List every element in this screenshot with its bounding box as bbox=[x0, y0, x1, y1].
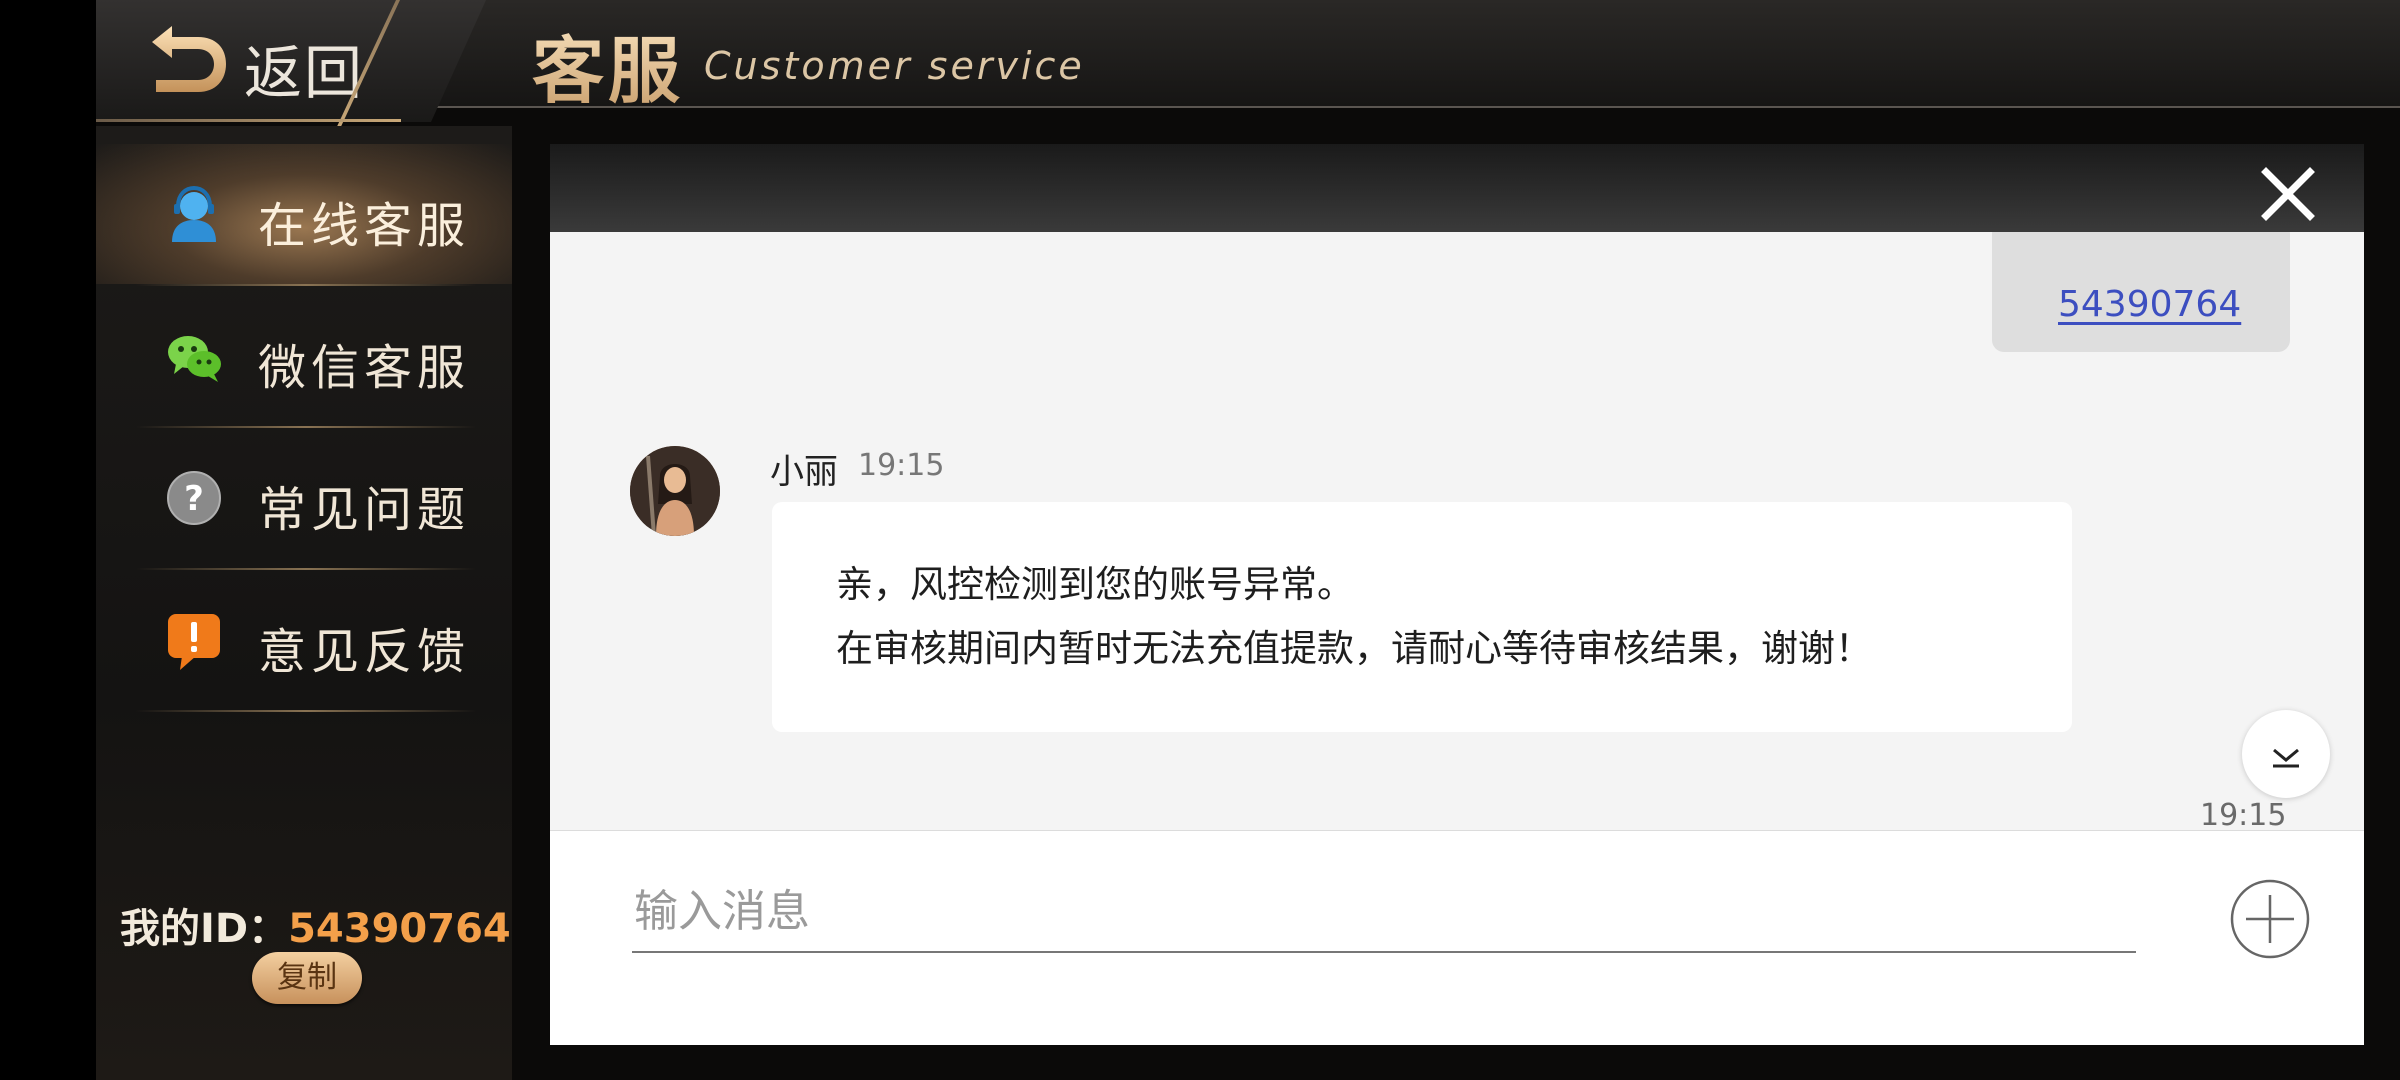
sent-message-bubble: 54390764 bbox=[1992, 232, 2290, 352]
page-title: 客服 bbox=[532, 12, 684, 117]
scroll-to-bottom-button[interactable] bbox=[2242, 710, 2330, 798]
wechat-icon bbox=[168, 336, 221, 382]
chevron-down-icon bbox=[2273, 748, 2299, 768]
agent-name: 小丽 bbox=[770, 452, 838, 492]
received-message-bubble: 亲，风控检测到您的账号异常。 在审核期间内暂时无法充值提款，请耐心等待审核结果，… bbox=[772, 502, 2072, 732]
user-id-label: 我的ID： bbox=[120, 906, 289, 952]
back-label: 返回 bbox=[244, 39, 365, 107]
page-subtitle: Customer service bbox=[704, 44, 1085, 88]
back-arrow-icon bbox=[152, 26, 226, 92]
message-line: 亲，风控检测到您的账号异常。 bbox=[836, 563, 1354, 606]
chat-panel: 54390764 小丽 19:15 亲，风控检测到您的账号异常。 在审核期间内暂… bbox=[550, 144, 2364, 1045]
message-input[interactable] bbox=[632, 871, 2136, 953]
copy-button[interactable]: 复制 bbox=[252, 952, 362, 1004]
question-icon: ? bbox=[167, 471, 221, 525]
message-timestamp: 19:15 bbox=[2200, 798, 2287, 833]
divider bbox=[136, 710, 476, 712]
sidebar-item-label: 常见问题 bbox=[258, 482, 471, 538]
plus-icon[interactable] bbox=[2230, 879, 2310, 959]
sidebar-item-label: 在线客服 bbox=[258, 198, 471, 254]
app-window: 返回 客服 Customer service 在线客服 微信客服 ? 常见问题 … bbox=[96, 0, 2400, 1080]
sidebar: 在线客服 微信客服 ? 常见问题 意见反馈 我的ID：54390764 复制 bbox=[96, 126, 512, 1080]
agent-icon bbox=[172, 185, 216, 242]
sidebar-item-label: 意见反馈 bbox=[258, 624, 471, 680]
sidebar-item-wechat-service[interactable]: 微信客服 bbox=[96, 286, 512, 426]
sidebar-item-online-service[interactable]: 在线客服 bbox=[96, 144, 512, 284]
feedback-icon bbox=[168, 614, 220, 670]
user-id-value: 54390764 bbox=[288, 906, 511, 952]
sidebar-item-feedback[interactable]: 意见反馈 bbox=[96, 570, 512, 710]
user-id: 我的ID：54390764 bbox=[120, 896, 511, 954]
agent-avatar bbox=[630, 446, 720, 536]
sidebar-item-label: 微信客服 bbox=[258, 340, 471, 396]
close-icon[interactable] bbox=[2260, 166, 2316, 222]
sidebar-item-faq[interactable]: ? 常见问题 bbox=[96, 428, 512, 568]
chat-header bbox=[550, 144, 2364, 232]
svg-text:?: ? bbox=[184, 479, 204, 519]
back-button[interactable]: 返回 bbox=[96, 0, 486, 122]
top-bar: 返回 客服 Customer service bbox=[96, 0, 2400, 128]
avatar-image bbox=[630, 446, 720, 536]
tab-underline bbox=[96, 119, 401, 122]
message-line: 在审核期间内暂时无法充值提款，请耐心等待审核结果，谢谢！ bbox=[836, 627, 1872, 670]
sent-message-link[interactable]: 54390764 bbox=[2058, 284, 2241, 325]
message-composer bbox=[550, 830, 2364, 1045]
message-timestamp: 19:15 bbox=[858, 448, 945, 483]
